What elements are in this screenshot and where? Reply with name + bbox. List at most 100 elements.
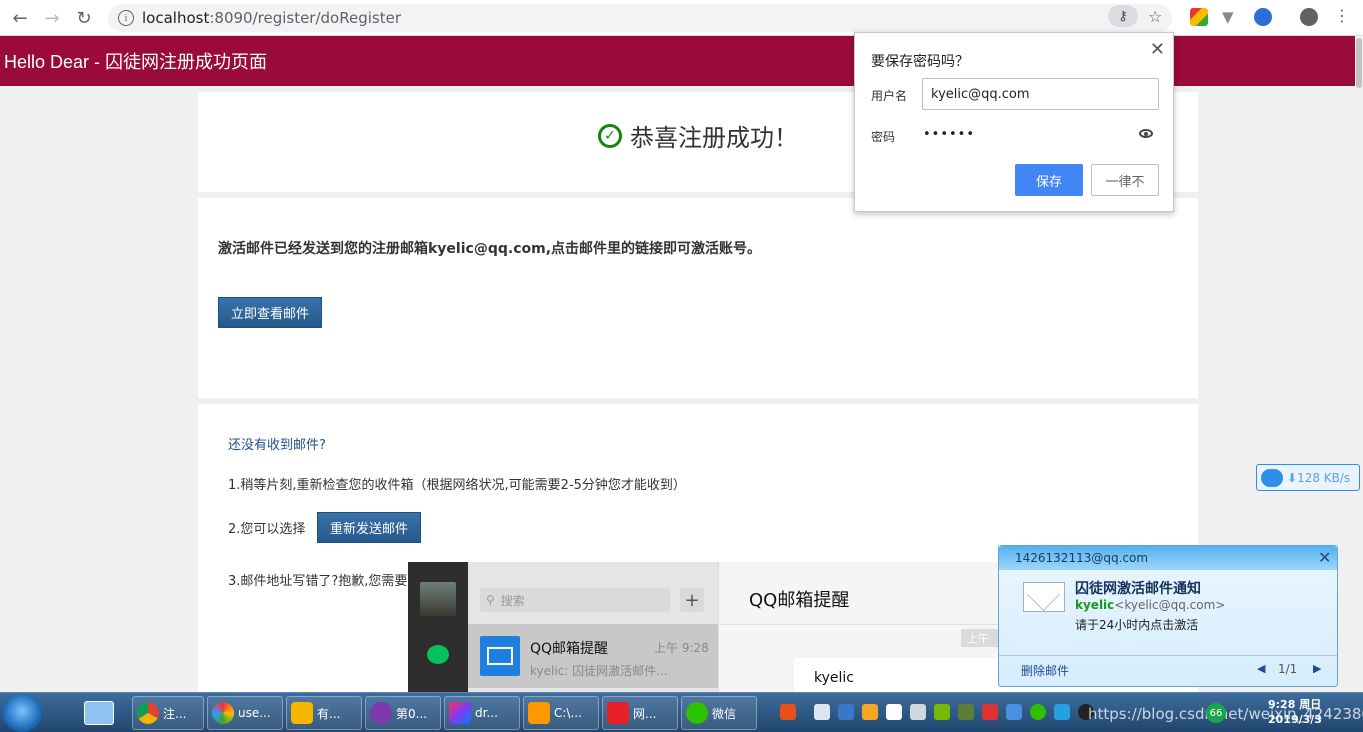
extension-v-icon[interactable]: ▼	[1222, 8, 1240, 26]
divider	[999, 655, 1337, 656]
cloud-tray-icon[interactable]	[814, 704, 830, 720]
mail-body: 请于24小时内点击激活	[1075, 618, 1199, 632]
account-icon[interactable]	[1300, 8, 1318, 26]
wechat-chat-list: ⚲ 搜索 + QQ邮箱提醒 上午 9:28 kyelic: 囚徒网激活邮件...	[468, 562, 718, 692]
start-button[interactable]	[2, 694, 42, 732]
shield-icon[interactable]	[838, 704, 854, 720]
not-received-title: 还没有收到邮件?	[228, 438, 326, 453]
username-field[interactable]: kyelic@qq.com	[922, 78, 1159, 110]
taskbar-label: use...	[238, 706, 271, 720]
taskbar-label: 网...	[633, 706, 657, 721]
notification-header: 1426132113@qq.com ✕	[999, 546, 1337, 570]
download-speed-widget[interactable]: ⬇128 KB/s	[1256, 464, 1360, 491]
eye-icon[interactable]	[1139, 129, 1153, 138]
password-field[interactable]: ••••••	[923, 127, 975, 142]
plus-icon[interactable]: +	[680, 588, 704, 612]
tray-app-icon[interactable]	[982, 704, 998, 720]
cloud-icon	[1261, 468, 1283, 487]
next-icon[interactable]: ▶	[1313, 662, 1321, 675]
info-icon[interactable]: i	[118, 10, 134, 26]
password-label: 密码	[871, 130, 896, 144]
message-bubble[interactable]: kyelic	[794, 658, 1008, 692]
resend-mail-button[interactable]: 重新发送邮件	[317, 512, 421, 543]
bookmark-star-icon[interactable]: ☆	[1148, 7, 1162, 26]
tray-app-icon[interactable]	[958, 704, 974, 720]
security-badge-icon[interactable]: 66	[1206, 703, 1226, 723]
prev-icon[interactable]: ◀	[1257, 662, 1265, 675]
wechat-conversation: QQ邮箱提醒 上午 kyelic	[718, 562, 1008, 692]
list-item[interactable]: QQ邮箱提醒 上午 9:28 kyelic: 囚徒网激活邮件...	[468, 624, 718, 688]
search-input[interactable]: ⚲ 搜索	[480, 588, 670, 612]
tray-app-icon[interactable]	[910, 704, 926, 720]
page-scrollbar[interactable]	[1355, 36, 1363, 690]
address-bar[interactable]: i localhost:8090/register/doRegister	[108, 4, 1172, 32]
taskbar-item-note[interactable]: 有...	[286, 696, 362, 730]
envelope-icon	[1023, 582, 1065, 612]
search-placeholder: 搜索	[500, 593, 525, 608]
delete-mail-link[interactable]: 删除邮件	[1021, 662, 1069, 679]
check-circle-icon: ✓	[598, 123, 622, 148]
tip-resend: 2.您可以选择	[228, 522, 306, 537]
menu-icon[interactable]: ⋮	[1334, 8, 1350, 26]
notification-account: 1426132113@qq.com	[1015, 551, 1149, 565]
save-button[interactable]: 保存	[1015, 164, 1083, 196]
tray-app-icon[interactable]	[886, 704, 902, 720]
search-icon: ⚲	[486, 593, 495, 607]
taskbar-item-sublime[interactable]: C:\...	[523, 696, 599, 730]
wechat-sidebar	[408, 562, 468, 692]
forward-icon[interactable]: →	[36, 2, 68, 34]
mail-icon	[480, 636, 520, 676]
note-icon	[291, 702, 313, 724]
baidu-tray-icon[interactable]	[1006, 704, 1022, 720]
chat-icon[interactable]	[427, 645, 449, 664]
taskbar-label: 有...	[317, 706, 341, 721]
sender-address: <kyelic@qq.com>	[1114, 598, 1226, 612]
back-icon[interactable]: ←	[4, 2, 36, 34]
divider	[719, 624, 1008, 625]
page-header-title: Hello Dear - 囚徒网注册成功页面	[4, 52, 268, 72]
scrollbar-thumb[interactable]	[1356, 38, 1362, 88]
taskbar-item-chrome[interactable]: 注...	[132, 696, 204, 730]
chrome-icon	[137, 702, 159, 724]
sent-message: 激活邮件已经发送到您的注册邮箱kyelic@qq.com,点击邮件里的链接即可激…	[218, 241, 762, 257]
close-icon[interactable]: ✕	[1318, 548, 1331, 567]
show-desktop-icon[interactable]	[84, 701, 114, 725]
username-label: 用户名	[871, 89, 908, 103]
tray-app-icon[interactable]	[1054, 704, 1070, 720]
tip-wait: 1.稍等片刻,重新检查您的收件箱（根据网络状况,可能需要2-5分钟您才能收到）	[228, 478, 686, 493]
mail-subject[interactable]: 囚徒网激活邮件通知	[1075, 578, 1201, 598]
taskbar-item-browser[interactable]: 第0...	[365, 696, 441, 730]
wechat-window: ⚲ 搜索 + QQ邮箱提醒 上午 9:28 kyelic: 囚徒网激活邮件...…	[408, 562, 1008, 692]
page-counter: 1/1	[1278, 662, 1298, 676]
taskbar-item-youdao[interactable]: 网...	[602, 696, 678, 730]
sogou-icon[interactable]	[780, 704, 796, 720]
reload-icon[interactable]: ↻	[68, 2, 100, 34]
taskbar-label: 第0...	[396, 706, 428, 721]
close-icon[interactable]: ✕	[1150, 39, 1165, 60]
taskbar-label: dr...	[475, 706, 498, 720]
mail-sender: kyelic<kyelic@qq.com>	[1075, 598, 1225, 612]
download-speed: ⬇128 KB/s	[1287, 470, 1351, 485]
taskbar: 注... use... 有... 第0... dr... C:\... 网...…	[0, 692, 1363, 732]
extension-color-icon[interactable]	[1190, 8, 1208, 26]
qq-mail-notification: 1426132113@qq.com ✕ 囚徒网激活邮件通知 kyelic<kye…	[998, 545, 1338, 687]
taskbar-item-wechat[interactable]: 微信	[681, 696, 757, 730]
taskbar-item-idea[interactable]: dr...	[444, 696, 520, 730]
key-icon[interactable]: ⚷	[1108, 5, 1138, 27]
tray-app-icon[interactable]	[862, 704, 878, 720]
url-host: localhost	[142, 9, 210, 27]
youdao-icon	[607, 702, 629, 724]
wechat-tray-icon[interactable]	[1030, 704, 1046, 720]
chat-preview: kyelic: 囚徒网激活邮件...	[530, 664, 668, 678]
taskbar-item-app[interactable]: use...	[207, 696, 283, 730]
save-password-title: 要保存密码吗？	[871, 54, 969, 70]
view-mail-button[interactable]: 立即查看邮件	[218, 297, 322, 328]
taskbar-clock[interactable]: 9:28 周日 2019/3/3	[1268, 697, 1322, 727]
never-button[interactable]: 一律不	[1091, 164, 1159, 196]
url-path: :8090/register/doRegister	[209, 9, 401, 27]
browser-toolbar: ← → ↻ i localhost:8090/register/doRegist…	[0, 0, 1363, 36]
avatar[interactable]	[420, 582, 456, 616]
chat-time: 上午 9:28	[654, 641, 709, 655]
nvidia-icon[interactable]	[934, 704, 950, 720]
extension-circle-icon[interactable]	[1254, 8, 1272, 26]
